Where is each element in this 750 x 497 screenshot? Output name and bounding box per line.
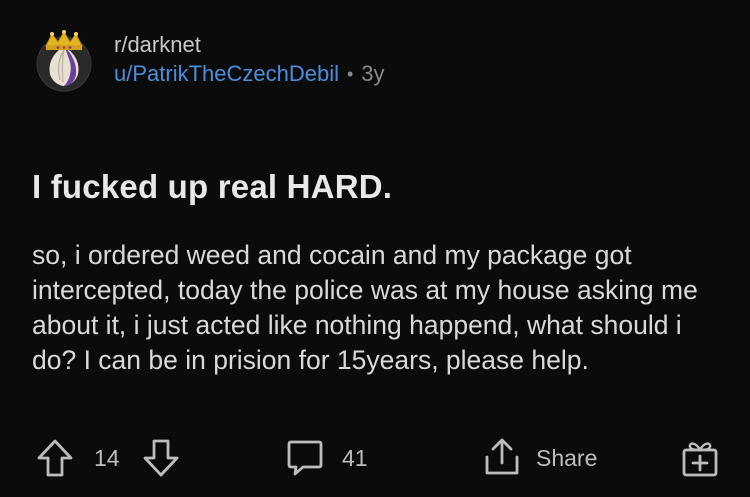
subreddit-name[interactable]: r/darknet	[114, 31, 385, 59]
post-action-bar: 14 41 Share	[36, 436, 726, 480]
comment-bubble-icon	[286, 438, 324, 478]
award-button[interactable]	[680, 436, 720, 480]
gift-icon	[680, 437, 720, 479]
post-age: 3y	[361, 61, 385, 86]
arrow-up-icon[interactable]	[36, 438, 74, 478]
post-meta: r/darknet u/PatrikTheCzechDebil • 3y	[114, 31, 385, 89]
author-line: u/PatrikTheCzechDebil • 3y	[114, 59, 385, 89]
comment-count: 41	[342, 444, 368, 471]
arrow-down-icon[interactable]	[142, 438, 180, 478]
post-header: r/darknet u/PatrikTheCzechDebil • 3y	[32, 28, 385, 92]
comments-button[interactable]: 41	[286, 436, 368, 480]
author-username[interactable]: u/PatrikTheCzechDebil	[114, 59, 339, 89]
subreddit-avatar[interactable]	[32, 28, 96, 92]
vote-group: 14	[36, 436, 180, 480]
vote-count: 14	[94, 444, 120, 471]
onion-crown-icon	[36, 30, 92, 92]
share-icon	[482, 437, 522, 479]
share-button[interactable]: Share	[482, 436, 597, 480]
post-title: I fucked up real HARD.	[32, 168, 393, 205]
share-label: Share	[536, 444, 598, 471]
meta-separator: •	[346, 64, 354, 84]
post-body: so, i ordered weed and cocain and my pac…	[32, 240, 698, 375]
